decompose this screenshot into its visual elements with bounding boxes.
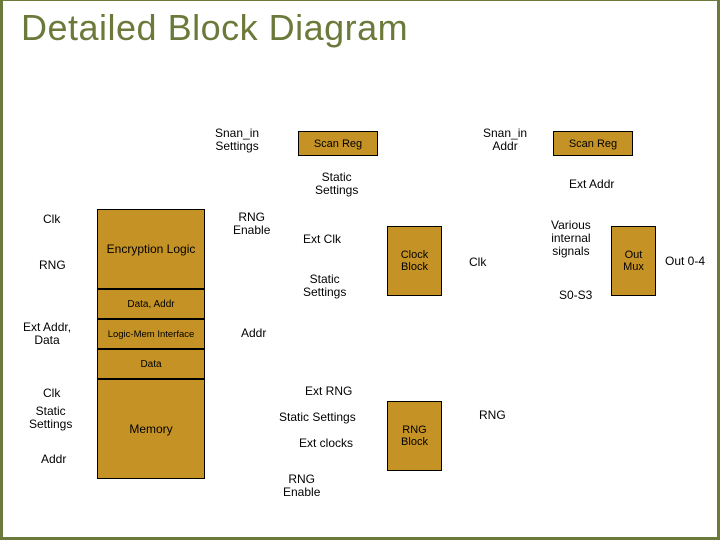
block-data-addr: Data, Addr <box>97 289 205 319</box>
label-clk-mid-right: Clk <box>469 256 486 269</box>
block-scan-reg-2: Scan Reg <box>553 131 633 156</box>
block-scan-reg-1: Scan Reg <box>298 131 378 156</box>
block-memory: Memory <box>97 379 205 479</box>
label-static-settings-mid: Static Settings <box>303 273 346 299</box>
block-out-mux: Out Mux <box>611 226 656 296</box>
label-ext-clocks: Ext clocks <box>299 437 353 450</box>
label-addr-left: Addr <box>41 453 66 466</box>
label-clk-left-1: Clk <box>43 213 60 226</box>
label-rng-right: RNG <box>479 409 506 422</box>
label-rng-enable-2: RNG Enable <box>283 473 320 499</box>
block-encryption-logic: Encryption Logic <box>97 209 205 289</box>
label-snan-in-addr: Snan_in Addr <box>483 127 527 153</box>
label-static-settings-mem: Static Settings <box>279 411 356 424</box>
label-rng-enable-1: RNG Enable <box>233 211 270 237</box>
label-ext-clk: Ext Clk <box>303 233 341 246</box>
label-ext-rng: Ext RNG <box>305 385 352 398</box>
slide-title: Detailed Block Diagram <box>21 7 408 49</box>
label-s0-s3: S0-S3 <box>559 289 592 302</box>
label-clk-left-2: Clk <box>43 387 60 400</box>
label-ext-addr-top: Ext Addr <box>569 178 614 191</box>
label-addr-mid: Addr <box>241 327 266 340</box>
block-rng-block: RNG Block <box>387 401 442 471</box>
block-logic-mem-interface: Logic-Mem Interface <box>97 319 205 349</box>
label-rng-left: RNG <box>39 259 66 272</box>
label-various-signals: Various internal signals <box>551 219 591 259</box>
label-snan-in-settings: Snan_in Settings <box>215 127 259 153</box>
label-static-settings-left: Static Settings <box>29 405 72 431</box>
label-static-settings-top: Static Settings <box>315 171 358 197</box>
label-out-0-4: Out 0-4 <box>665 255 705 268</box>
label-ext-addr-data: Ext Addr, Data <box>23 321 71 347</box>
block-data: Data <box>97 349 205 379</box>
block-clock-block: Clock Block <box>387 226 442 296</box>
